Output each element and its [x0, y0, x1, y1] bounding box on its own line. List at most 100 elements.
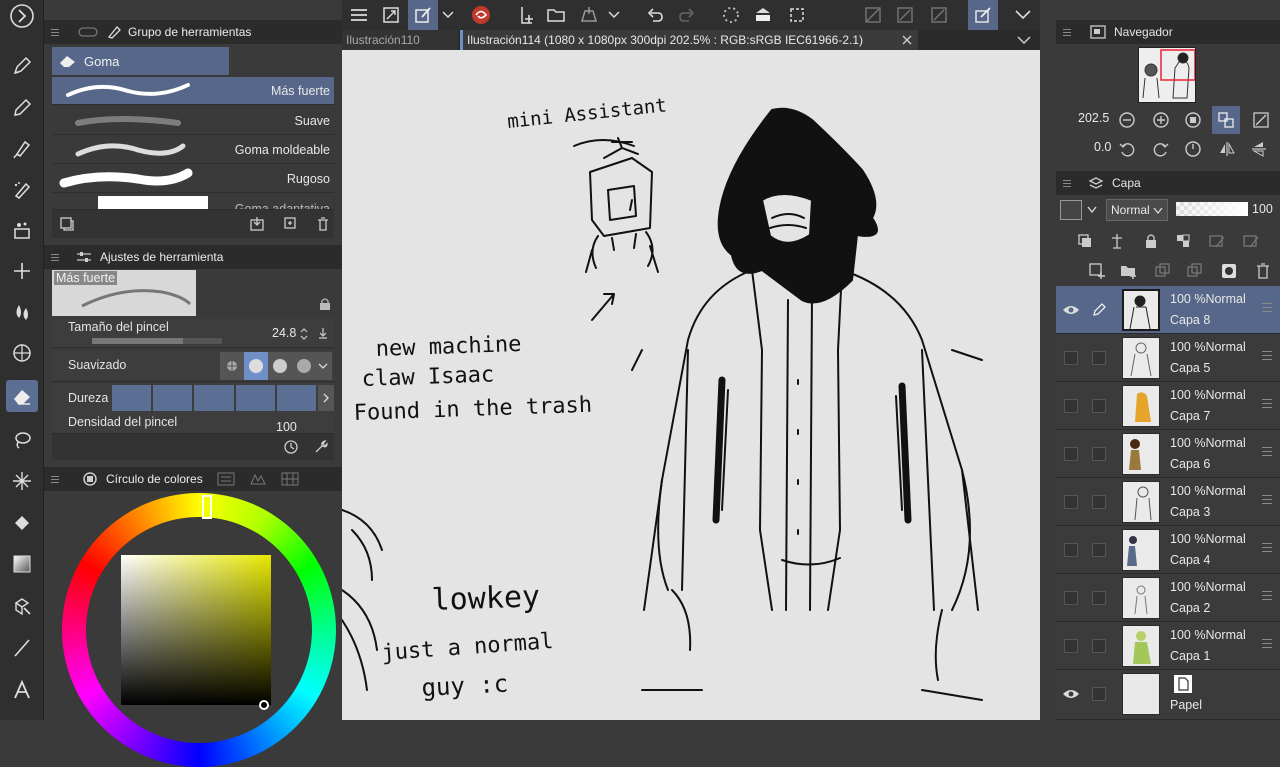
- chevron-down-icon[interactable]: [438, 0, 458, 30]
- smoothing-selector[interactable]: [220, 352, 332, 380]
- tabs-chevron-down-icon[interactable]: [1012, 30, 1036, 50]
- line-tool-icon[interactable]: [6, 632, 38, 664]
- rotate-left-icon[interactable]: [1116, 138, 1138, 160]
- brush-size-value[interactable]: 24.8: [272, 326, 296, 340]
- deselect-icon[interactable]: [858, 0, 888, 30]
- panel-grip-icon[interactable]: [48, 245, 62, 269]
- zoom-in-icon[interactable]: [1150, 109, 1172, 131]
- panel-grip-icon[interactable]: [1060, 171, 1074, 195]
- brush-item-suave[interactable]: Suave: [52, 107, 334, 135]
- smoothing-option-3[interactable]: [268, 352, 292, 380]
- mesh-tool-icon[interactable]: [6, 337, 38, 369]
- fit-window-icon[interactable]: [1212, 106, 1240, 134]
- edit-checkbox[interactable]: [1092, 591, 1106, 605]
- chevron-down-icon[interactable]: [316, 352, 330, 380]
- text-tool-icon[interactable]: [6, 674, 38, 706]
- eye-icon[interactable]: [1060, 683, 1082, 705]
- edit-checkbox[interactable]: [1092, 495, 1106, 509]
- edit-checkbox[interactable]: [1092, 399, 1106, 413]
- gradient-tool-icon[interactable]: [6, 548, 38, 580]
- redo-icon[interactable]: [672, 0, 702, 30]
- density-value[interactable]: 100: [276, 420, 297, 433]
- snap-icon[interactable]: [968, 0, 998, 30]
- save-icon[interactable]: [574, 0, 604, 30]
- panel-grip-icon[interactable]: [48, 467, 62, 491]
- chevron-down-icon[interactable]: [1008, 0, 1038, 30]
- loading-spinner-icon[interactable]: [716, 0, 746, 30]
- layer-row-capa-8[interactable]: 100 %Normal Capa 8: [1056, 286, 1280, 334]
- opacity-value[interactable]: 100: [1252, 202, 1273, 216]
- merge-layer-icon[interactable]: [1184, 260, 1206, 282]
- visibility-checkbox[interactable]: [1064, 399, 1078, 413]
- eraser-tool-icon[interactable]: [6, 380, 38, 412]
- rotation-value[interactable]: 0.0: [1094, 140, 1111, 154]
- delete-layer-icon[interactable]: [1252, 260, 1274, 282]
- zoom-value[interactable]: 202.5: [1078, 111, 1109, 125]
- layer-drag-handle-icon[interactable]: [1262, 303, 1272, 315]
- collapse-panel-icon[interactable]: [6, 0, 38, 32]
- hue-marker[interactable]: [202, 495, 212, 519]
- blend-tool-icon[interactable]: [6, 296, 38, 328]
- tab-ilustracion110[interactable]: Ilustración110: [342, 30, 458, 50]
- clock-icon[interactable]: [280, 436, 302, 458]
- color-wheel[interactable]: [62, 493, 336, 767]
- actual-size-icon[interactable]: [1182, 109, 1204, 131]
- airbrush-tool-icon[interactable]: [6, 174, 38, 206]
- layer-drag-handle-icon[interactable]: [1262, 543, 1272, 555]
- brush-size-slider[interactable]: [92, 338, 222, 344]
- saturation-value-square[interactable]: [121, 555, 271, 710]
- layer-row-capa-5[interactable]: 100 %Normal Capa 5: [1056, 334, 1280, 382]
- layer-drag-handle-icon[interactable]: [1262, 495, 1272, 507]
- layer-row-capa-7[interactable]: 100 %Normal Capa 7: [1056, 382, 1280, 430]
- decoration-tool-icon[interactable]: [6, 214, 38, 246]
- color-set-tab-icon[interactable]: [249, 472, 267, 486]
- visibility-checkbox[interactable]: [1064, 447, 1078, 461]
- trash-icon[interactable]: [312, 213, 334, 235]
- mask-icon[interactable]: [1206, 230, 1228, 252]
- sparkle-tool-icon[interactable]: [6, 255, 38, 287]
- visibility-checkbox[interactable]: [1064, 495, 1078, 509]
- edit-checkbox[interactable]: [1092, 639, 1106, 653]
- clip-layer-icon[interactable]: [1074, 230, 1096, 252]
- edit-checkbox[interactable]: [1092, 447, 1106, 461]
- lock-layer-icon[interactable]: [1140, 230, 1162, 252]
- fit-canvas-icon[interactable]: [1250, 109, 1272, 131]
- blend-mode-select[interactable]: Normal: [1106, 199, 1168, 221]
- transform-icon[interactable]: [924, 0, 954, 30]
- visibility-checkbox[interactable]: [1064, 351, 1078, 365]
- layer-drag-handle-icon[interactable]: [1262, 351, 1272, 363]
- smoothing-option-4[interactable]: [292, 352, 316, 380]
- visibility-checkbox[interactable]: [1064, 639, 1078, 653]
- size-menu-icon[interactable]: [314, 322, 332, 344]
- layer-drag-handle-icon[interactable]: [1262, 447, 1272, 459]
- color-picker-marker[interactable]: [259, 700, 269, 710]
- visibility-checkbox[interactable]: [1064, 543, 1078, 557]
- rotate-right-icon[interactable]: [1150, 138, 1172, 160]
- brush-item-goma-moldeable[interactable]: Goma moldeable: [52, 136, 334, 164]
- layer-drag-handle-icon[interactable]: [1262, 591, 1272, 603]
- layer-row-capa-2[interactable]: 100 %Normal Capa 2: [1056, 574, 1280, 622]
- brush-tool-icon[interactable]: [6, 133, 38, 165]
- layer-row-papel[interactable]: Papel: [1056, 670, 1280, 720]
- layer-row-capa-1[interactable]: 100 %Normal Capa 1: [1056, 622, 1280, 670]
- wrench-icon[interactable]: [310, 436, 332, 458]
- pen-edit-icon[interactable]: [1088, 299, 1110, 321]
- import-icon[interactable]: [246, 213, 268, 235]
- link-icon[interactable]: [78, 25, 98, 39]
- chevron-down-icon[interactable]: [1082, 199, 1102, 221]
- copy-icon[interactable]: [56, 213, 78, 235]
- flip-vertical-icon[interactable]: [1248, 138, 1270, 160]
- clear-icon[interactable]: [748, 0, 778, 30]
- flip-horizontal-icon[interactable]: [1216, 138, 1238, 160]
- layer-drag-handle-icon[interactable]: [1262, 639, 1272, 651]
- panel-grip-icon[interactable]: [48, 20, 62, 44]
- pen-tool-icon[interactable]: [6, 50, 38, 82]
- brush-item-mas-fuerte[interactable]: Más fuerte: [52, 77, 334, 105]
- layer-row-capa-6[interactable]: 100 %Normal Capa 6: [1056, 430, 1280, 478]
- visibility-checkbox[interactable]: [1064, 591, 1078, 605]
- duplicate-icon[interactable]: [280, 213, 302, 235]
- reference-layer-icon[interactable]: [1106, 230, 1128, 252]
- opacity-slider[interactable]: [1176, 202, 1248, 216]
- hardness-selector[interactable]: [112, 385, 335, 411]
- fit-view-icon[interactable]: [376, 0, 406, 30]
